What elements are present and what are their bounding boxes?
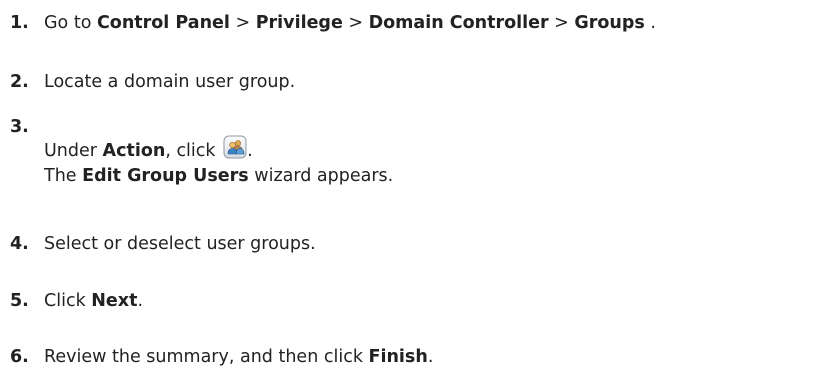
step-3-line-2: The Edit Group Users wizard appears. (44, 164, 393, 189)
step-3-number: 3. (10, 117, 29, 137)
step-text-end: . (247, 141, 253, 161)
step-text: Select or deselect user groups. (44, 234, 316, 254)
step-text-end: . (427, 347, 434, 367)
edit-group-users-icon (223, 135, 247, 159)
step-text: Under (44, 141, 103, 161)
menu-path-groups: Groups (574, 13, 645, 33)
step-number: 1. (10, 13, 29, 33)
path-separator: > (548, 13, 575, 33)
step-text-end: . (644, 13, 656, 33)
menu-path-domain-controller: Domain Controller (368, 13, 549, 33)
step-text: Locate a domain user group. (44, 72, 296, 92)
step-text-end: . (137, 291, 144, 311)
step-3-line-1: Under Action, click . (44, 135, 393, 164)
action-label: Action (102, 141, 166, 161)
step-2: 2. Locate a domain user group. (10, 71, 295, 93)
step-number: 5. (10, 291, 29, 311)
finish-label: Finish (368, 347, 428, 367)
step-1: 1. Go to Control Panel > Privilege > Doma… (10, 12, 656, 34)
step-number: 2. (10, 72, 29, 92)
step-text: Click (44, 291, 92, 311)
path-separator: > (342, 13, 369, 33)
step-text: Review the summary, and then click (44, 347, 369, 367)
wizard-name: Edit Group Users (82, 166, 249, 186)
step-4: 4. Select or deselect user groups. (10, 233, 316, 255)
step-text: , click (165, 141, 222, 161)
menu-path-privilege: Privilege (255, 13, 343, 33)
step-number: 4. (10, 234, 29, 254)
step-number: 6. (10, 347, 29, 367)
step-text: The (44, 166, 83, 186)
menu-path-control-panel: Control Panel (96, 13, 230, 33)
step-6: 6. Review the summary, and then click Fin… (10, 346, 433, 368)
next-label: Next (91, 291, 138, 311)
step-3: Under Action, click . The Edit Group Use… (44, 135, 393, 189)
step-5: 5. Click Next. (10, 290, 143, 312)
step-text: Go to (44, 13, 97, 33)
path-separator: > (229, 13, 256, 33)
step-text: wizard appears. (248, 166, 394, 186)
